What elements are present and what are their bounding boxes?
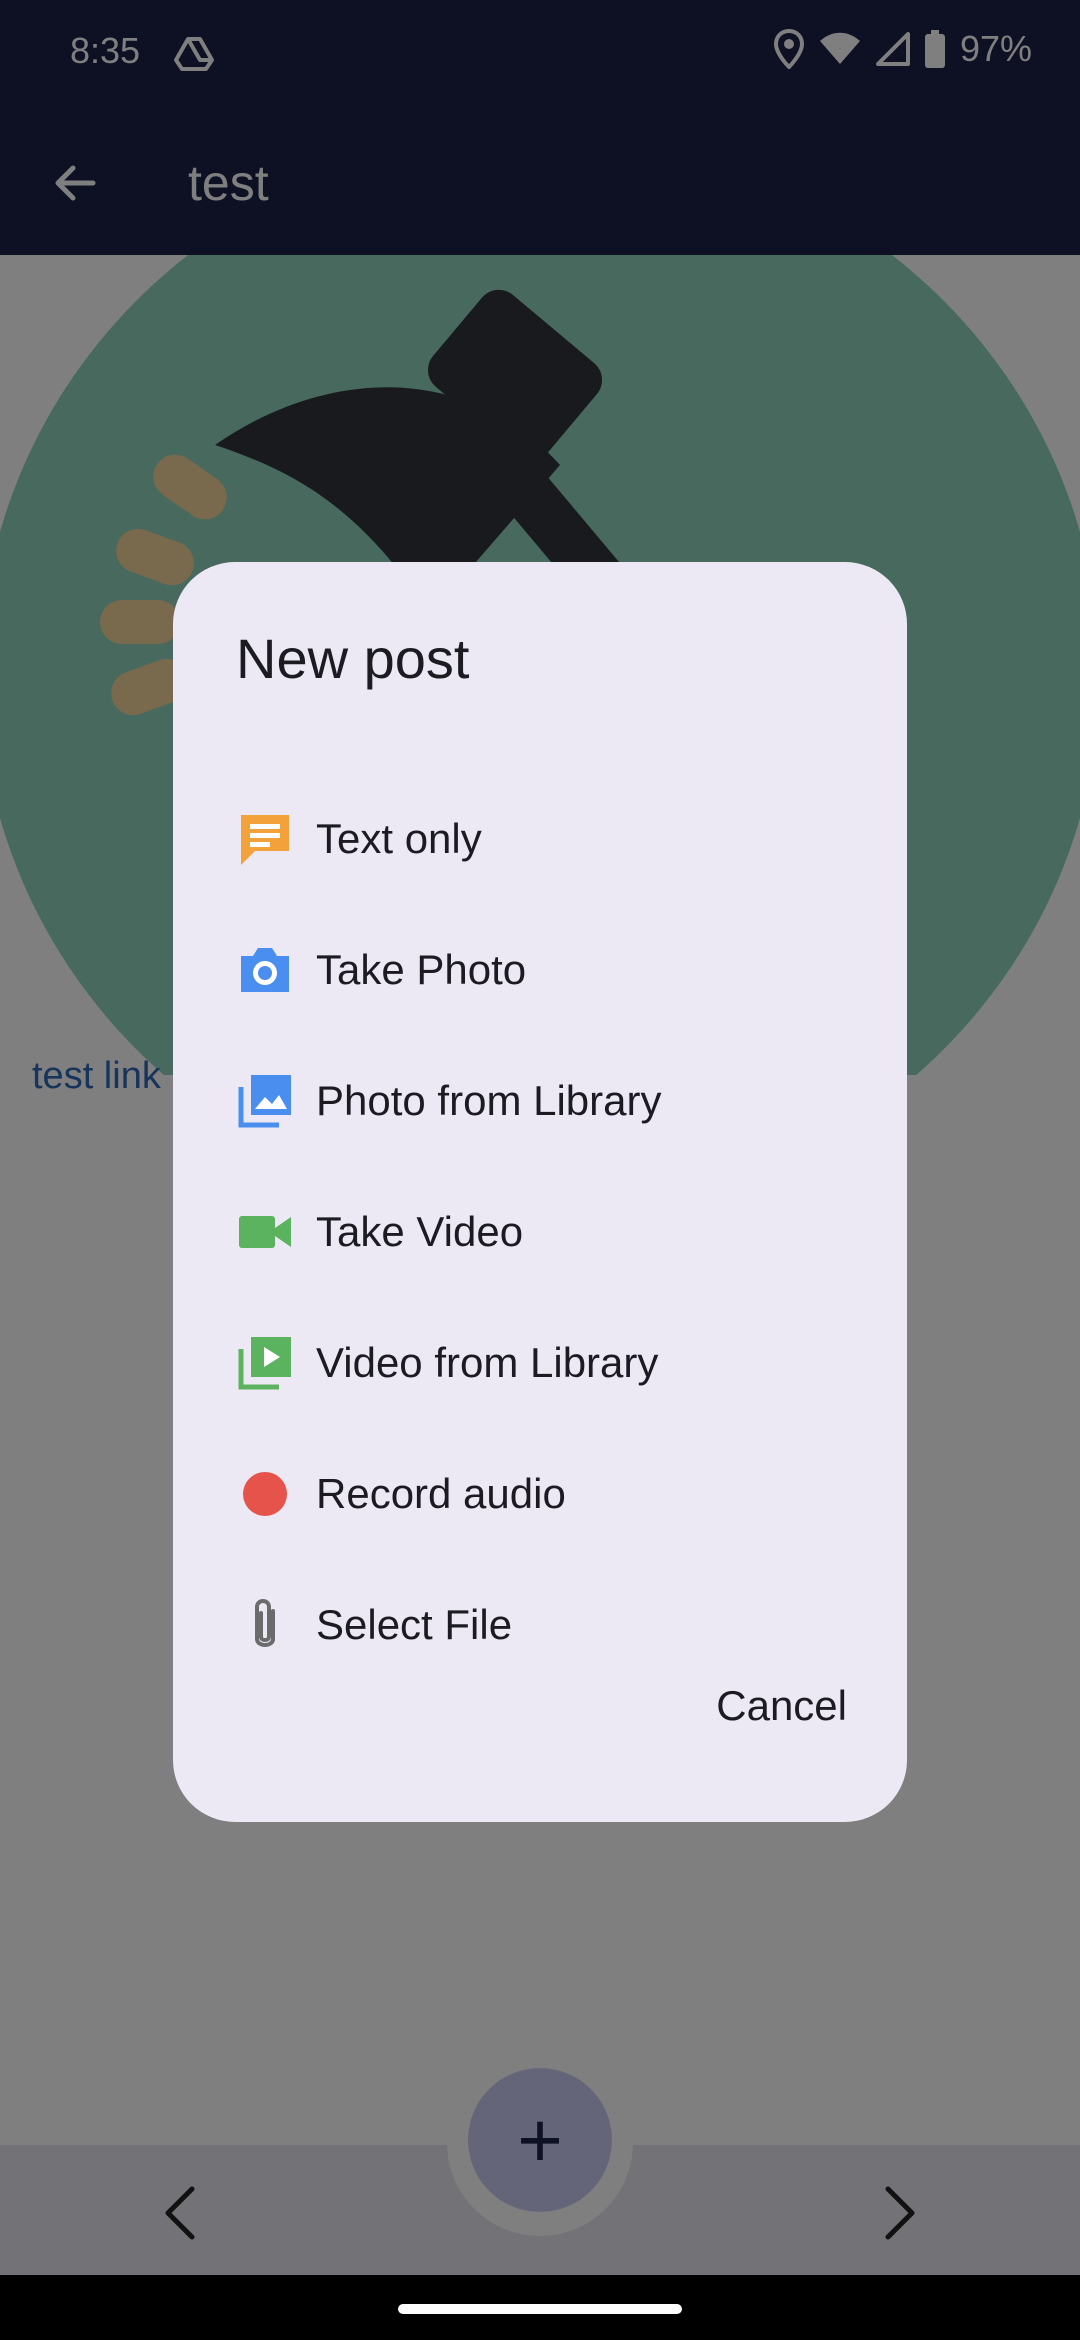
option-select-file[interactable]: Select File	[236, 1580, 836, 1670]
videocam-icon	[236, 1203, 294, 1261]
option-take-video[interactable]: Take Video	[236, 1187, 836, 1277]
option-video-library[interactable]: Video from Library	[236, 1318, 836, 1408]
option-label: Take Video	[316, 1208, 524, 1255]
new-post-dialog: New post Text only Take Photo Photo from…	[173, 562, 907, 1822]
option-text-only[interactable]: Text only	[236, 794, 836, 884]
cancel-button[interactable]: Cancel	[716, 1682, 847, 1730]
option-label: Photo from Library	[316, 1077, 662, 1124]
option-record-audio[interactable]: Record audio	[236, 1449, 836, 1539]
camera-icon	[236, 941, 294, 999]
paperclip-icon	[236, 1596, 294, 1654]
video-library-icon	[236, 1334, 294, 1392]
option-photo-library[interactable]: Photo from Library	[236, 1056, 836, 1146]
option-label: Record audio	[316, 1470, 566, 1517]
record-dot-icon	[236, 1465, 294, 1523]
option-label: Video from Library	[316, 1339, 659, 1386]
photo-library-icon	[236, 1072, 294, 1130]
option-label: Text only	[316, 815, 482, 862]
option-take-photo[interactable]: Take Photo	[236, 925, 836, 1015]
option-label: Take Photo	[316, 946, 527, 993]
dialog-title: New post	[236, 627, 470, 690]
chat-bubble-icon	[236, 810, 294, 868]
home-handle[interactable]	[398, 2304, 682, 2314]
gesture-bar	[0, 2275, 1080, 2340]
option-label: Select File	[316, 1601, 513, 1648]
